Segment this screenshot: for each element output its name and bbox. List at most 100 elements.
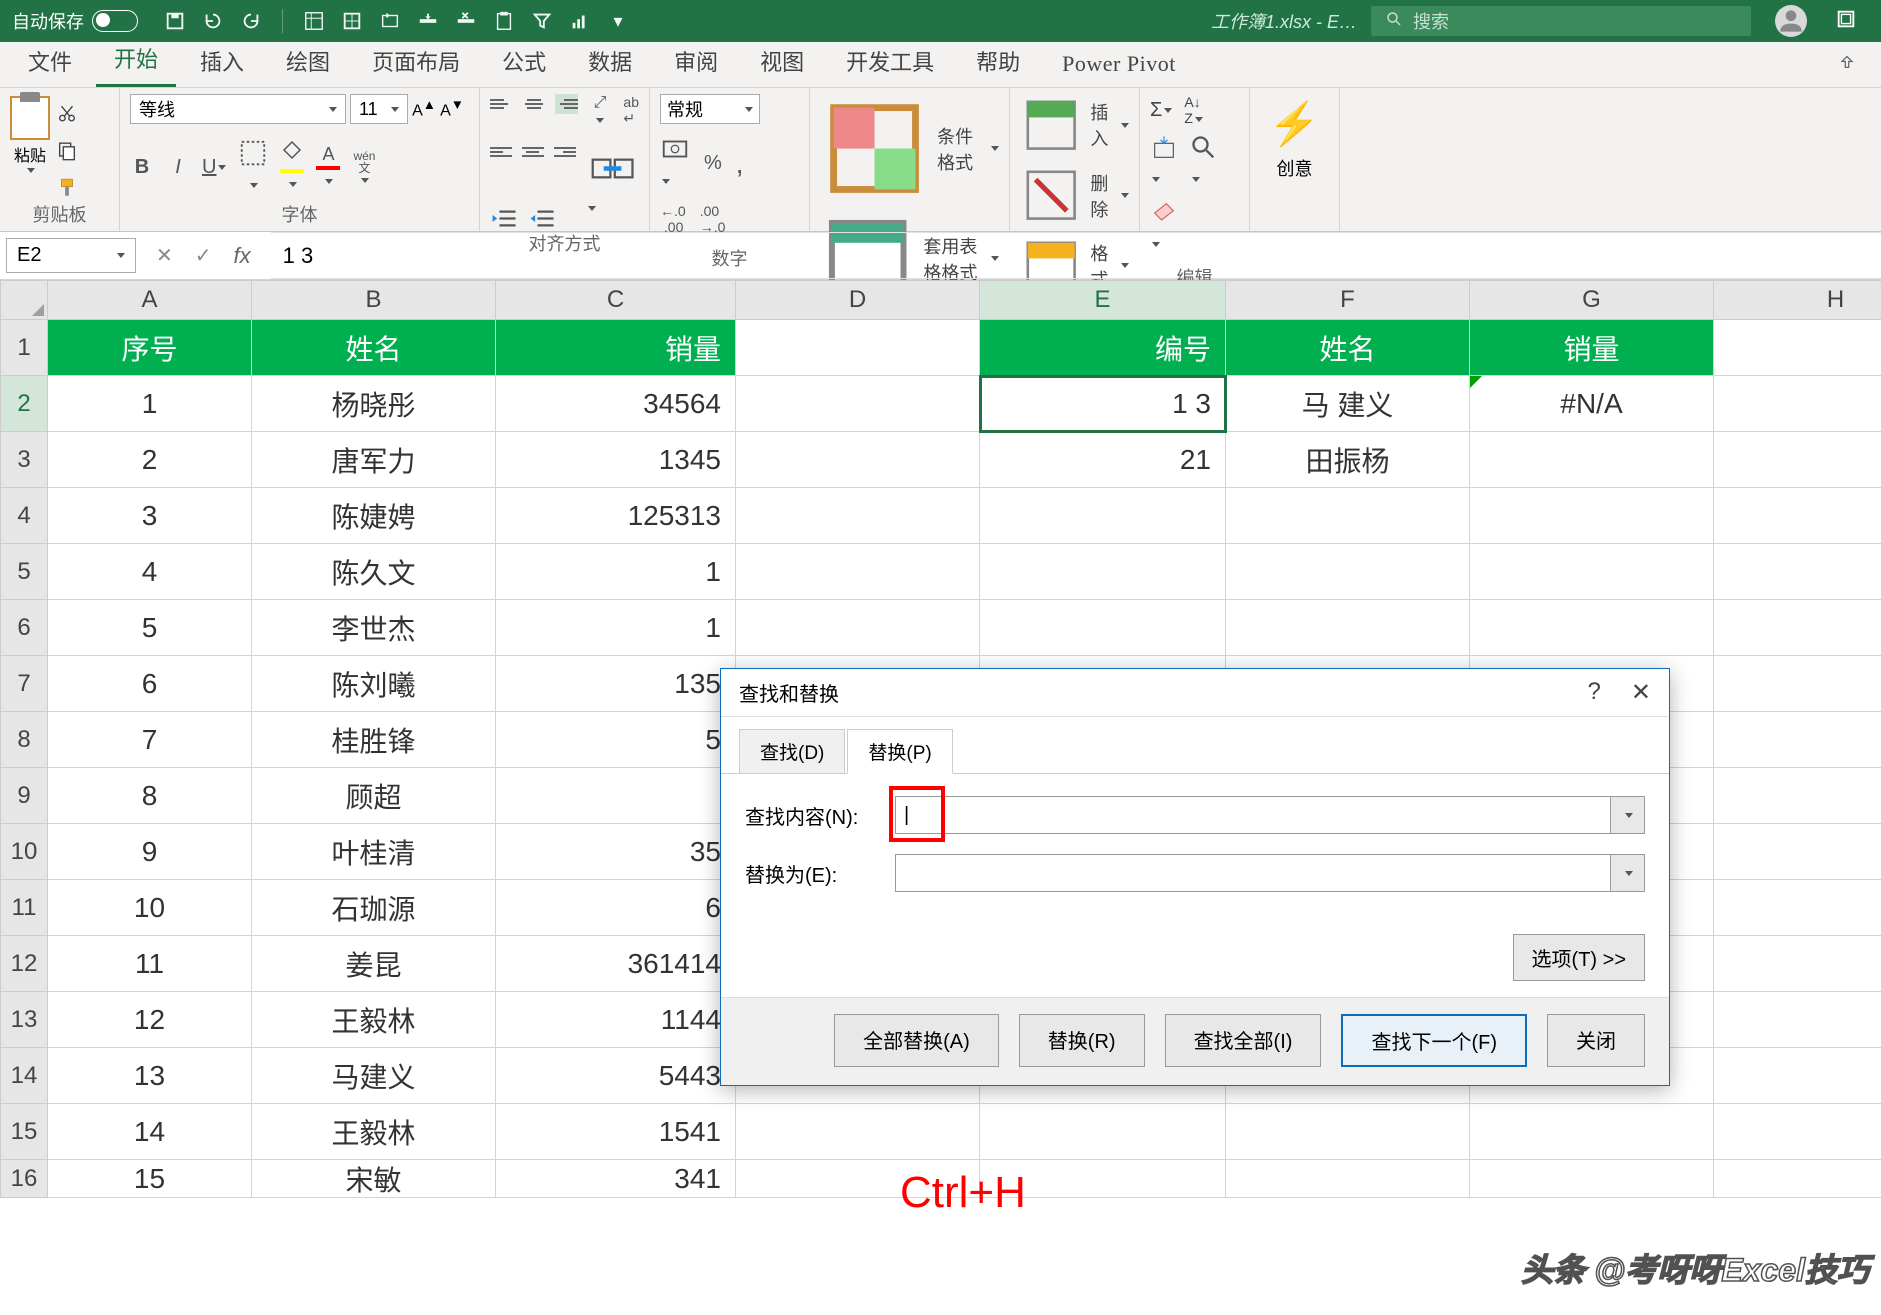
column-header-A[interactable]: A xyxy=(48,280,252,320)
paste-icon[interactable] xyxy=(493,10,515,32)
cell-D2[interactable] xyxy=(736,376,980,432)
redo-icon[interactable] xyxy=(240,10,262,32)
cell-F6[interactable] xyxy=(1226,600,1470,656)
tab-file[interactable]: 文件 xyxy=(10,35,90,87)
comma-icon[interactable]: , xyxy=(736,148,744,180)
cell-C7[interactable]: 135 xyxy=(496,656,736,712)
ideas-icon[interactable]: ⚡ xyxy=(1260,100,1329,149)
dialog-close-icon[interactable]: ✕ xyxy=(1631,678,1651,707)
orientation-icon[interactable]: ⤢ xyxy=(594,94,614,130)
cell-D5[interactable] xyxy=(736,544,980,600)
cell-A14[interactable]: 13 xyxy=(48,1048,252,1104)
format-painter-icon[interactable] xyxy=(56,174,78,201)
row-header-14[interactable]: 14 xyxy=(0,1048,48,1104)
cell-F4[interactable] xyxy=(1226,488,1470,544)
cell-H13[interactable] xyxy=(1714,992,1881,1048)
cell-H9[interactable] xyxy=(1714,768,1881,824)
cell-E15[interactable] xyxy=(980,1104,1226,1160)
column-header-E[interactable]: E xyxy=(980,280,1226,320)
cell-C16[interactable]: 341 xyxy=(496,1160,736,1198)
cell-C15[interactable]: 1541 xyxy=(496,1104,736,1160)
cell-A16[interactable]: 15 xyxy=(48,1160,252,1198)
save-icon[interactable] xyxy=(164,10,186,32)
decrease-indent-icon[interactable] xyxy=(490,207,518,230)
cell-B9[interactable]: 顾超 xyxy=(252,768,496,824)
cell-H10[interactable] xyxy=(1714,824,1881,880)
align-center-icon[interactable] xyxy=(522,142,544,162)
tab-formulas[interactable]: 公式 xyxy=(484,35,564,87)
border-button[interactable] xyxy=(238,138,268,197)
cell-H16[interactable] xyxy=(1714,1160,1881,1198)
options-button[interactable]: 选项(T) >> xyxy=(1513,934,1645,981)
dialog-titlebar[interactable]: 查找和替换 ? ✕ xyxy=(721,669,1669,717)
row-header-8[interactable]: 8 xyxy=(0,712,48,768)
column-header-G[interactable]: G xyxy=(1470,280,1714,320)
row-header-1[interactable]: 1 xyxy=(0,320,48,376)
fill-color-button[interactable] xyxy=(280,139,304,196)
cell-H5[interactable] xyxy=(1714,544,1881,600)
cell-B8[interactable]: 桂胜锋 xyxy=(252,712,496,768)
cell-A1[interactable]: 序号 xyxy=(48,320,252,376)
cell-E4[interactable] xyxy=(980,488,1226,544)
cancel-formula-icon[interactable]: ✕ xyxy=(156,243,173,268)
cell-B6[interactable]: 李世杰 xyxy=(252,600,496,656)
row-header-2[interactable]: 2 xyxy=(0,376,48,432)
cell-C10[interactable]: 35 xyxy=(496,824,736,880)
column-header-H[interactable]: H xyxy=(1714,280,1881,320)
conditional-format-button[interactable]: 条件格式 xyxy=(820,94,999,203)
column-header-B[interactable]: B xyxy=(252,280,496,320)
cell-G1[interactable]: 销量 xyxy=(1470,320,1714,376)
chart-icon[interactable] xyxy=(569,10,591,32)
row-header-6[interactable]: 6 xyxy=(0,600,48,656)
phonetic-button[interactable]: wén文 xyxy=(352,150,376,186)
tab-powerpivot[interactable]: Power Pivot xyxy=(1044,41,1194,87)
share-icon[interactable] xyxy=(1823,46,1871,87)
column-header-C[interactable]: C xyxy=(496,280,736,320)
decrease-font-icon[interactable]: A▼ xyxy=(440,97,464,120)
cell-C8[interactable]: 5 xyxy=(496,712,736,768)
cell-B3[interactable]: 唐军力 xyxy=(252,432,496,488)
cell-G6[interactable] xyxy=(1470,600,1714,656)
cell-D1[interactable] xyxy=(736,320,980,376)
cell-A3[interactable]: 2 xyxy=(48,432,252,488)
cell-H6[interactable] xyxy=(1714,600,1881,656)
cell-C14[interactable]: 5443 xyxy=(496,1048,736,1104)
cell-F1[interactable]: 姓名 xyxy=(1226,320,1470,376)
cell-A4[interactable]: 3 xyxy=(48,488,252,544)
row-header-4[interactable]: 4 xyxy=(0,488,48,544)
percent-icon[interactable]: % xyxy=(704,152,722,175)
row-header-13[interactable]: 13 xyxy=(0,992,48,1048)
cell-B11[interactable]: 石珈源 xyxy=(252,880,496,936)
cell-C3[interactable]: 1345 xyxy=(496,432,736,488)
dialog-tab-replace[interactable]: 替换(P) xyxy=(847,729,952,774)
sort-filter-icon[interactable]: A↓Z xyxy=(1184,94,1203,126)
tab-help[interactable]: 帮助 xyxy=(958,35,1038,87)
tab-home[interactable]: 开始 xyxy=(96,32,176,87)
autosum-icon[interactable]: Σ xyxy=(1150,99,1172,122)
cell-B4[interactable]: 陈婕娉 xyxy=(252,488,496,544)
column-header-D[interactable]: D xyxy=(736,280,980,320)
font-color-button[interactable]: A xyxy=(316,143,340,193)
cell-C4[interactable]: 125313 xyxy=(496,488,736,544)
cell-G5[interactable] xyxy=(1470,544,1714,600)
cell-E1[interactable]: 编号 xyxy=(980,320,1226,376)
cell-D15[interactable] xyxy=(736,1104,980,1160)
cell-H7[interactable] xyxy=(1714,656,1881,712)
cell-F5[interactable] xyxy=(1226,544,1470,600)
cell-F3[interactable]: 田振杨 xyxy=(1226,432,1470,488)
row-header-10[interactable]: 10 xyxy=(0,824,48,880)
align-left-icon[interactable] xyxy=(490,142,512,162)
cell-F2[interactable]: 马 建义 xyxy=(1226,376,1470,432)
search-box[interactable]: 搜索 xyxy=(1371,6,1751,36)
cell-B10[interactable]: 叶桂清 xyxy=(252,824,496,880)
row-header-9[interactable]: 9 xyxy=(0,768,48,824)
tab-insert[interactable]: 插入 xyxy=(182,35,262,87)
cell-C11[interactable]: 6 xyxy=(496,880,736,936)
font-name-select[interactable]: 等线 xyxy=(130,94,346,124)
tab-developer[interactable]: 开发工具 xyxy=(828,35,952,87)
insert-row-icon[interactable] xyxy=(417,10,439,32)
italic-button[interactable]: I xyxy=(166,156,190,179)
cell-E6[interactable] xyxy=(980,600,1226,656)
cell-G2[interactable]: #N/A xyxy=(1470,376,1714,432)
replace-all-button[interactable]: 全部替换(A) xyxy=(834,1014,999,1067)
